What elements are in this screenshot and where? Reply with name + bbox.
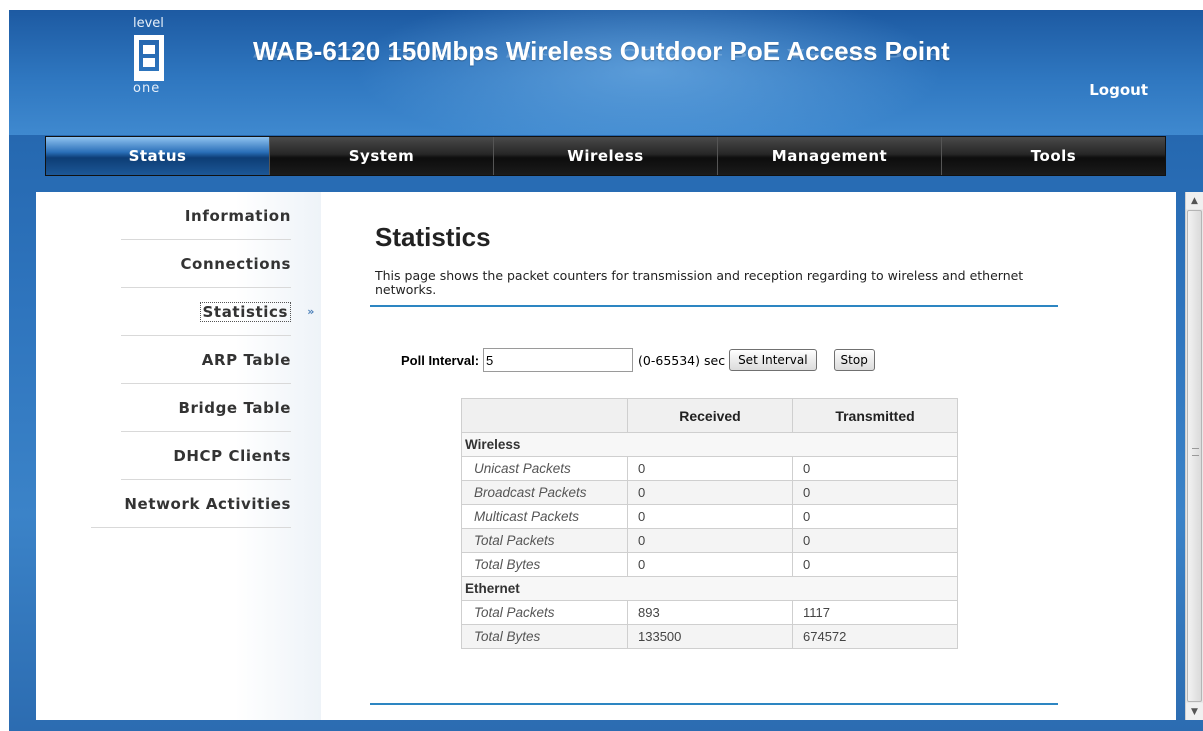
- row-label: Multicast Packets: [461, 504, 628, 529]
- app-title: WAB-6120 150Mbps Wireless Outdoor PoE Ac…: [253, 36, 950, 66]
- sidebar-item-label: Connections: [180, 254, 291, 273]
- main-nav: Status System Wireless Management Tools: [45, 136, 1166, 176]
- sidebar-item-label: DHCP Clients: [173, 446, 291, 465]
- sidebar-item-label: Bridge Table: [178, 398, 291, 417]
- scroll-down-icon[interactable]: ▼: [1186, 703, 1203, 720]
- table-header-blank: [461, 398, 628, 433]
- received-value: 0: [627, 480, 793, 505]
- table-header-received: Received: [627, 398, 793, 433]
- table-header-row: Received Transmitted: [461, 398, 958, 433]
- table-row: Unicast Packets 0 0: [461, 456, 958, 481]
- poll-interval-row: Poll Interval: (0-65534) sec Set Interva…: [401, 347, 875, 373]
- sidebar-item-bridge-table[interactable]: Bridge Table: [121, 384, 291, 432]
- divider: [370, 305, 1058, 307]
- stop-button[interactable]: Stop: [833, 349, 875, 371]
- table-row: Total Packets 0 0: [461, 528, 958, 553]
- grip-icon: [1192, 448, 1199, 456]
- sidebar: Information Connections Statistics » ARP…: [36, 192, 321, 720]
- sidebar-item-label: ARP Table: [201, 350, 291, 369]
- received-value: 0: [627, 504, 793, 529]
- sidebar-item-label: Statistics: [199, 301, 291, 322]
- table-row: Total Bytes 133500 674572: [461, 624, 958, 649]
- transmitted-value: 0: [792, 480, 958, 505]
- transmitted-value: 0: [792, 504, 958, 529]
- row-label: Total Packets: [461, 528, 628, 553]
- row-label: Unicast Packets: [461, 456, 628, 481]
- row-label: Total Packets: [461, 600, 628, 625]
- sidebar-item-dhcp-clients[interactable]: DHCP Clients: [121, 432, 291, 480]
- active-arrow-icon: »: [307, 305, 315, 318]
- nav-system[interactable]: System: [270, 137, 494, 175]
- content-panel: Information Connections Statistics » ARP…: [36, 192, 1176, 720]
- page-title: Statistics: [375, 222, 491, 252]
- table-row: Total Packets 893 1117: [461, 600, 958, 625]
- vertical-scrollbar[interactable]: ▲ ▼: [1185, 192, 1203, 720]
- section-label: Wireless: [461, 432, 958, 457]
- row-label: Broadcast Packets: [461, 480, 628, 505]
- table-row: Total Bytes 0 0: [461, 552, 958, 577]
- received-value: 133500: [627, 624, 793, 649]
- header: level one WAB-6120 150Mbps Wireless Outd…: [9, 10, 1203, 135]
- logo-text-bottom: one: [133, 81, 161, 96]
- table-row: Multicast Packets 0 0: [461, 504, 958, 529]
- row-label: Total Bytes: [461, 552, 628, 577]
- nav-tools[interactable]: Tools: [942, 137, 1165, 175]
- transmitted-value: 0: [792, 528, 958, 553]
- nav-wireless[interactable]: Wireless: [494, 137, 718, 175]
- received-value: 0: [627, 528, 793, 553]
- received-value: 0: [627, 456, 793, 481]
- sidebar-item-connections[interactable]: Connections: [121, 240, 291, 288]
- poll-interval-range: (0-65534) sec: [638, 352, 726, 368]
- section-label: Ethernet: [461, 576, 958, 601]
- sidebar-item-label: Network Activities: [124, 494, 291, 513]
- poll-interval-label: Poll Interval:: [401, 352, 480, 368]
- transmitted-value: 674572: [792, 624, 958, 649]
- logo-text-top: level: [133, 16, 164, 31]
- statistics-table: Received Transmitted Wireless Unicast Pa…: [461, 398, 958, 649]
- logout-link[interactable]: Logout: [1089, 81, 1148, 99]
- levelone-logo: level one: [133, 16, 167, 102]
- received-value: 0: [627, 552, 793, 577]
- table-section-row: Wireless: [461, 432, 958, 457]
- scroll-thumb[interactable]: [1187, 210, 1202, 702]
- divider: [370, 703, 1058, 705]
- nav-status[interactable]: Status: [46, 137, 270, 175]
- poll-interval-input[interactable]: [483, 348, 634, 372]
- sidebar-item-label: Information: [184, 206, 291, 225]
- page-description: This page shows the packet counters for …: [375, 268, 1024, 297]
- transmitted-value: 1117: [792, 600, 958, 625]
- main-content: Statistics This page shows the packet co…: [321, 192, 1176, 720]
- logo-mark-icon: [134, 35, 164, 81]
- set-interval-button[interactable]: Set Interval: [729, 349, 817, 371]
- transmitted-value: 0: [792, 456, 958, 481]
- table-section-row: Ethernet: [461, 576, 958, 601]
- table-row: Broadcast Packets 0 0: [461, 480, 958, 505]
- received-value: 893: [627, 600, 793, 625]
- transmitted-value: 0: [792, 552, 958, 577]
- sidebar-item-arp-table[interactable]: ARP Table: [121, 336, 291, 384]
- sidebar-item-information[interactable]: Information: [121, 192, 291, 240]
- scroll-up-icon[interactable]: ▲: [1186, 192, 1203, 209]
- table-header-transmitted: Transmitted: [792, 398, 958, 433]
- sidebar-item-statistics[interactable]: Statistics »: [121, 288, 314, 336]
- nav-management[interactable]: Management: [718, 137, 942, 175]
- sidebar-item-network-activities[interactable]: Network Activities: [91, 480, 291, 528]
- row-label: Total Bytes: [461, 624, 628, 649]
